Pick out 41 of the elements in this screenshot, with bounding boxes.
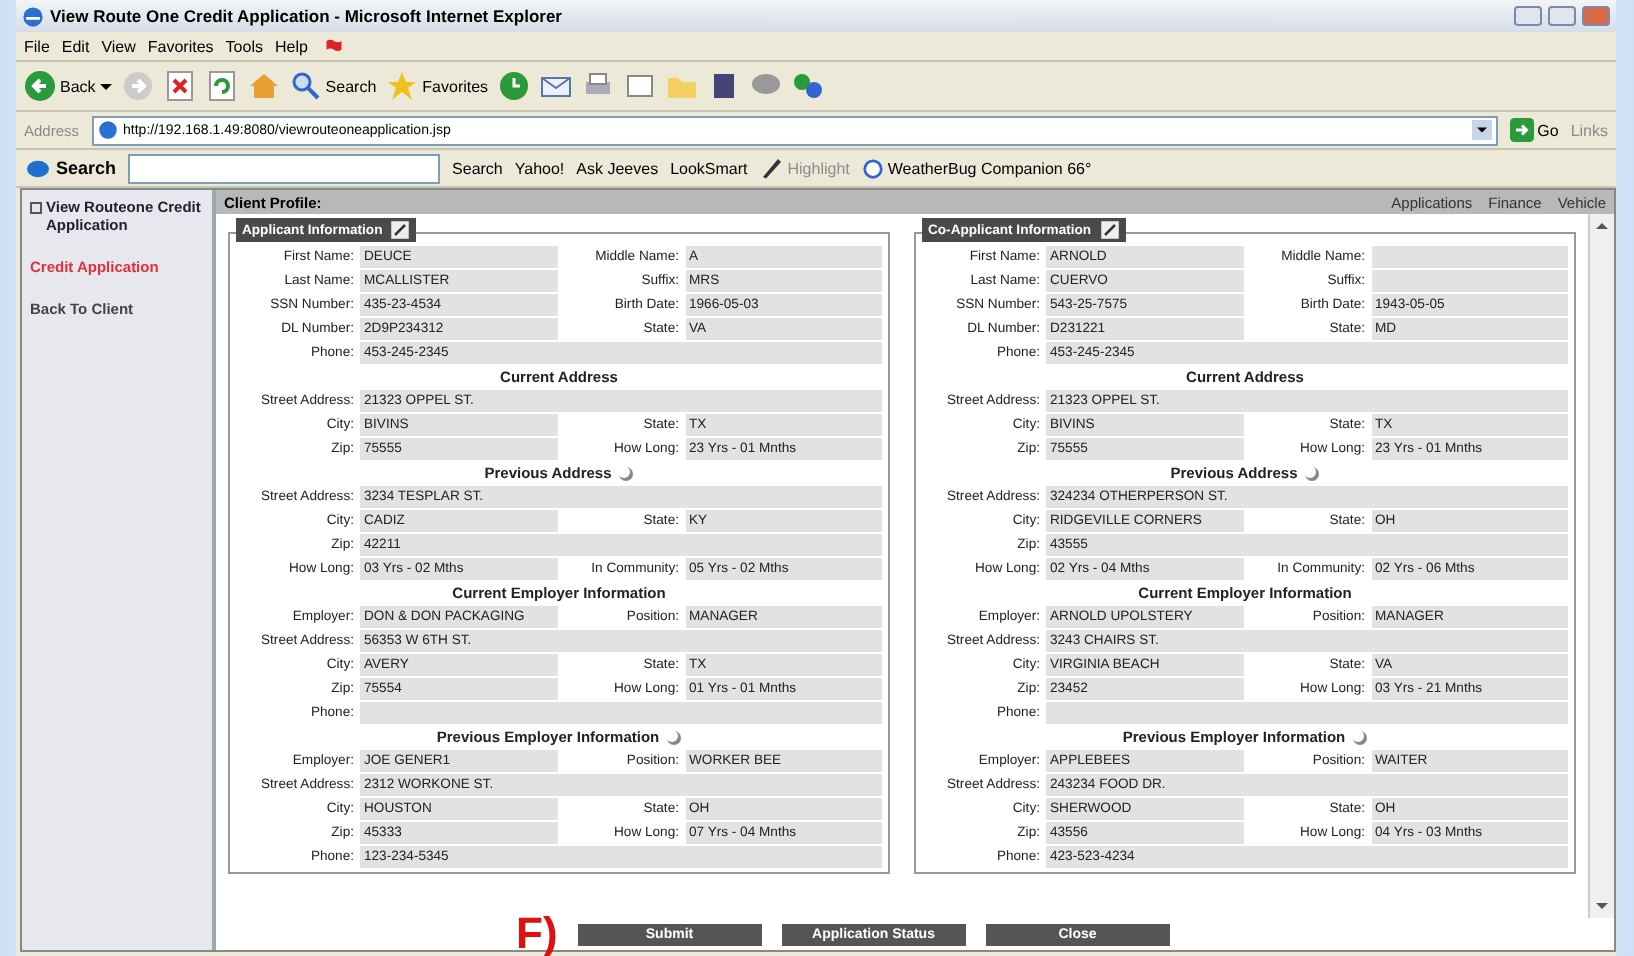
moon-icon[interactable] bbox=[1303, 465, 1320, 481]
window-title: View Route One Credit Application - Microsoft Internet Explorer bbox=[50, 6, 562, 26]
scrollbar[interactable] bbox=[1588, 214, 1614, 918]
menu-item[interactable]: Favorites bbox=[147, 37, 214, 55]
caret-icon bbox=[99, 83, 112, 95]
go-button[interactable]: Go bbox=[1509, 118, 1559, 142]
favorites-button[interactable]: Favorites bbox=[386, 70, 489, 102]
refresh-icon[interactable] bbox=[205, 70, 238, 102]
search-icon bbox=[289, 70, 322, 102]
highlighter-icon bbox=[759, 156, 784, 180]
moon-icon[interactable] bbox=[665, 729, 682, 745]
back-button[interactable]: Back bbox=[24, 70, 112, 102]
minimize-button[interactable] bbox=[1514, 6, 1542, 26]
toolbar-link[interactable]: Search bbox=[452, 159, 503, 177]
stop-icon[interactable] bbox=[163, 70, 196, 102]
moon-icon[interactable] bbox=[1351, 729, 1368, 745]
star-icon bbox=[386, 70, 419, 102]
toolbar-link[interactable]: LookSmart bbox=[670, 159, 748, 177]
network-icon[interactable] bbox=[792, 70, 825, 102]
menu-item[interactable]: Tools bbox=[225, 37, 263, 55]
menu-item[interactable]: View bbox=[101, 37, 136, 55]
maximize-button[interactable] bbox=[1548, 6, 1576, 26]
weather-icon bbox=[861, 157, 884, 179]
go-arrow-icon bbox=[1509, 118, 1534, 142]
toolbar-link[interactable]: Yahoo! bbox=[514, 159, 565, 177]
history-icon[interactable] bbox=[498, 70, 531, 102]
menu-item[interactable]: Help bbox=[274, 37, 308, 55]
moon-icon[interactable] bbox=[617, 465, 634, 481]
menu-item[interactable]: File bbox=[24, 37, 50, 55]
search-input[interactable] bbox=[128, 153, 441, 183]
home-icon[interactable] bbox=[247, 70, 280, 102]
menu-item[interactable]: Edit bbox=[61, 37, 90, 55]
page-icon bbox=[97, 120, 118, 140]
bullet-icon bbox=[30, 202, 42, 214]
search-button[interactable]: Search bbox=[289, 70, 377, 102]
browser-icon bbox=[22, 5, 44, 27]
toolbar-link[interactable]: Ask Jeeves bbox=[576, 159, 659, 177]
logo-icon bbox=[24, 157, 52, 179]
close-button[interactable] bbox=[1582, 6, 1610, 26]
search-logo-button[interactable]: Search bbox=[24, 157, 117, 179]
weather-button[interactable]: WeatherBug Companion 66° bbox=[861, 157, 1092, 179]
